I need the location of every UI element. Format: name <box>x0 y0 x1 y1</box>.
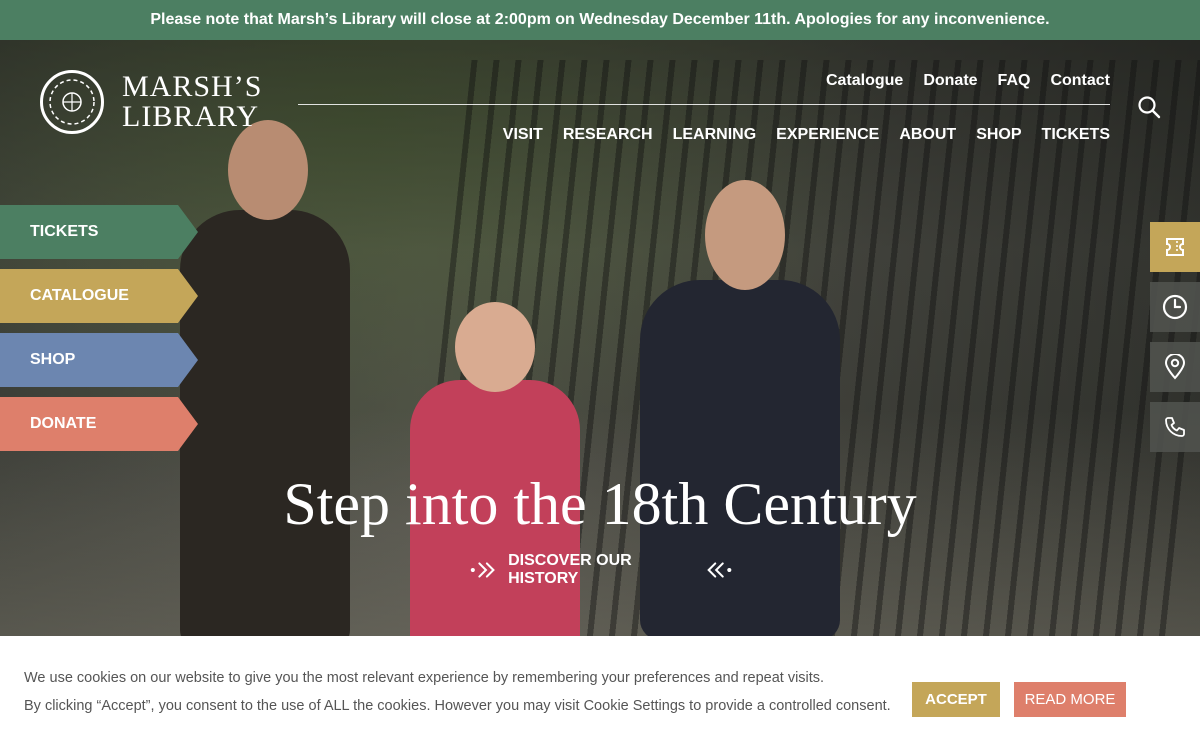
hero-cta-label: DISCOVER OUR HISTORY <box>508 552 632 587</box>
accept-cookies-button[interactable]: ACCEPT <box>912 682 1000 717</box>
side-tab-label: CATALOGUE <box>30 287 129 304</box>
cookie-text: We use cookies on our website to give yo… <box>24 664 891 720</box>
side-tab-label: TICKETS <box>30 223 99 240</box>
logo-line-2: LIBRARY <box>122 100 260 133</box>
main-nav: VISIT RESEARCH LEARNING EXPERIENCE ABOUT… <box>503 126 1110 144</box>
search-icon[interactable] <box>1134 92 1164 122</box>
clock-icon[interactable] <box>1150 282 1200 332</box>
site-logo[interactable]: MARSH’S LIBRARY <box>40 70 262 134</box>
hero-figure-girl-head <box>455 302 535 392</box>
side-tab-shop[interactable]: SHOP <box>0 333 198 387</box>
util-nav-donate[interactable]: Donate <box>923 72 977 90</box>
main-nav-research[interactable]: RESEARCH <box>563 126 653 144</box>
discover-history-link[interactable]: DISCOVER OUR HISTORY <box>470 552 732 588</box>
main-nav-about[interactable]: ABOUT <box>899 126 956 144</box>
library-seal-icon <box>40 70 104 134</box>
side-tab-donate[interactable]: DONATE <box>0 397 198 451</box>
nav-divider <box>298 104 1110 105</box>
main-nav-visit[interactable]: VISIT <box>503 126 543 144</box>
main-nav-tickets[interactable]: TICKETS <box>1042 126 1110 144</box>
hero-figure-woman-head <box>705 180 785 290</box>
util-nav-contact[interactable]: Contact <box>1050 72 1110 90</box>
quick-tabs <box>1150 222 1200 462</box>
side-tabs: TICKETS CATALOGUE SHOP DONATE <box>0 205 198 461</box>
logo-line-1: MARSH’S <box>122 70 263 103</box>
hero-title: Step into the 18th Century <box>283 471 917 537</box>
location-pin-icon[interactable] <box>1150 342 1200 392</box>
util-nav-faq[interactable]: FAQ <box>998 72 1031 90</box>
side-tab-tickets[interactable]: TICKETS <box>0 205 198 259</box>
side-tab-label: DONATE <box>30 415 97 432</box>
main-nav-experience[interactable]: EXPERIENCE <box>776 126 879 144</box>
phone-icon[interactable] <box>1150 402 1200 452</box>
main-nav-learning[interactable]: LEARNING <box>673 126 757 144</box>
hero-figure-man-head <box>228 120 308 220</box>
flourish-left-icon <box>470 562 495 578</box>
side-tab-catalogue[interactable]: CATALOGUE <box>0 269 198 323</box>
side-tab-label: SHOP <box>30 351 76 368</box>
hero-figure-man <box>180 210 350 650</box>
notice-bar: Please note that Marsh’s Library will cl… <box>0 0 1200 40</box>
utility-nav: Catalogue Donate FAQ Contact <box>826 72 1110 90</box>
flourish-right-icon <box>707 562 732 578</box>
ticket-icon[interactable] <box>1150 222 1200 272</box>
main-nav-shop[interactable]: SHOP <box>976 126 1021 144</box>
cookie-text-line-1: We use cookies on our website to give yo… <box>24 670 825 686</box>
cookie-text-line-2: By clicking “Accept”, you consent to the… <box>24 698 891 714</box>
read-more-button[interactable]: READ MORE <box>1014 682 1126 717</box>
util-nav-catalogue[interactable]: Catalogue <box>826 72 903 90</box>
logo-wordmark: MARSH’S LIBRARY <box>122 72 262 132</box>
